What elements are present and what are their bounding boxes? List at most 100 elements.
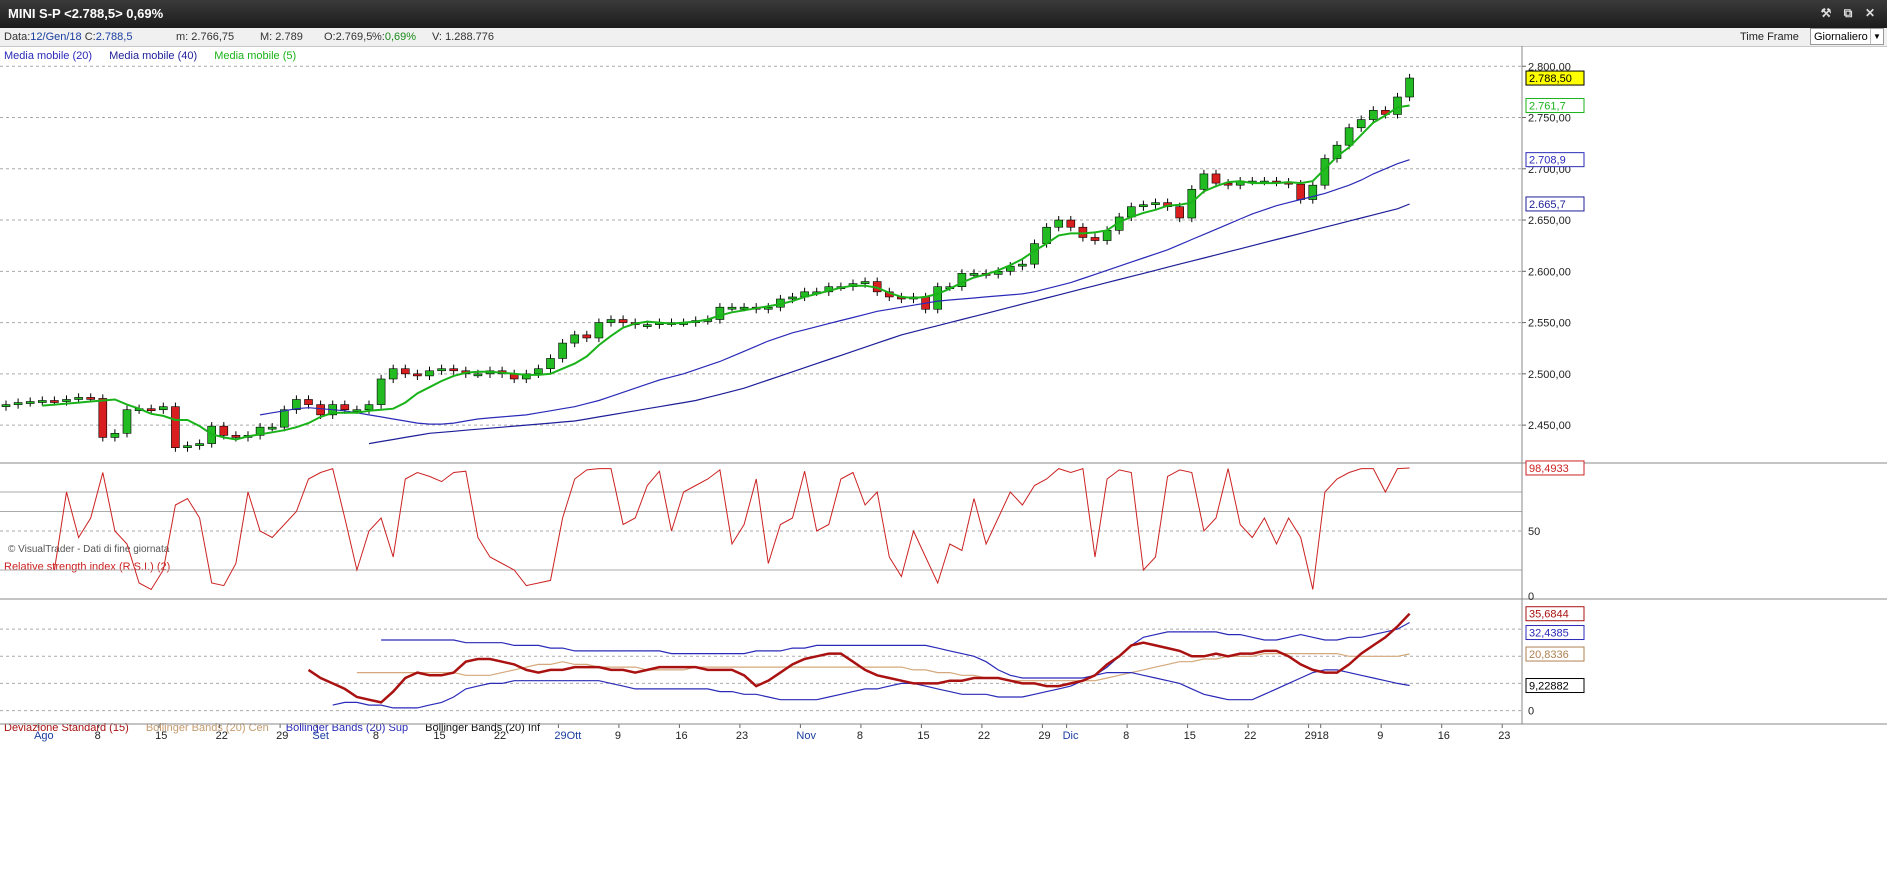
candle-body — [969, 273, 979, 276]
x-tick-label: 8 — [1123, 730, 1129, 742]
timeframe-label: Time Frame — [1740, 31, 1799, 43]
x-tick-label: 8 — [857, 730, 863, 742]
candle-body — [1102, 230, 1112, 241]
x-tick-label: 29 — [1305, 730, 1317, 742]
chevron-down-icon[interactable]: ▼ — [1870, 29, 1883, 44]
bollinger-lines — [307, 612, 1411, 709]
tag-rsi-label: 98,4933 — [1529, 463, 1569, 475]
candle-body — [171, 406, 180, 448]
high-readout: M: 2.789 — [260, 31, 303, 43]
candle-body — [606, 319, 616, 323]
candle-body — [74, 397, 83, 400]
moving-averages — [42, 104, 1410, 445]
price-tick-label: 2.450,00 — [1528, 420, 1571, 432]
wrench-icon[interactable]: ⚒ — [1818, 5, 1834, 21]
candle-body — [1393, 96, 1402, 115]
candle-body — [25, 401, 35, 404]
candle-body — [388, 368, 398, 380]
candle-body — [376, 378, 386, 405]
x-tick-label: 9 — [1377, 730, 1383, 742]
candle-body — [195, 443, 204, 446]
x-tick-label: 15 — [917, 730, 929, 742]
window-title: MINI S-P <2.788,5> 0,69% — [8, 6, 164, 21]
candles — [1, 73, 1414, 452]
rsi-tick-label: 50 — [1528, 526, 1540, 538]
candle-body — [86, 397, 95, 400]
candle-body — [1090, 237, 1100, 241]
close-icon[interactable]: ✕ — [1862, 5, 1878, 21]
tag-ma40-label: 2.665,7 — [1529, 199, 1566, 211]
x-tick-label: 8 — [373, 730, 379, 742]
rsi-series-line — [53, 467, 1410, 591]
candle-body — [1369, 110, 1378, 120]
candle-body — [715, 306, 725, 320]
date-readout: Data:12/Gen/18 C:2.788,5 — [4, 31, 133, 43]
candle-body — [618, 319, 628, 323]
candle-body — [98, 398, 108, 438]
timeframe-value: Giornaliero — [1814, 31, 1868, 43]
x-tick-label: 22 — [494, 730, 506, 742]
x-tick-label: 23 — [736, 730, 748, 742]
candle-body — [788, 296, 797, 300]
candle-body — [122, 409, 132, 434]
candle-body — [570, 334, 580, 344]
x-tick-label: Nov — [796, 730, 816, 742]
candle-body — [413, 373, 422, 377]
pct-readout: %:0,69% — [372, 31, 417, 43]
candle-body — [1151, 202, 1160, 205]
price-tick-label: 2.650,00 — [1528, 215, 1571, 227]
price-tick-label: 2.600,00 — [1528, 266, 1571, 278]
candle-body — [642, 324, 652, 327]
chart-area: Ago 8 15 22 29 Set 8 15 22 29Ott 9 16 23 Nov 8 15 22 29 Di… — [0, 46, 1887, 742]
candle-body — [316, 404, 325, 416]
tag-last-label: 2.788,50 — [1529, 73, 1572, 85]
tag-ma5-label: 2.761,7 — [1529, 101, 1566, 113]
candle-body — [1296, 183, 1305, 200]
candle-body — [364, 404, 374, 411]
candle-body — [933, 286, 943, 310]
candle-body — [546, 358, 555, 370]
candle-body — [1139, 204, 1148, 208]
volume-readout: V: 1.288.776 — [432, 31, 494, 43]
restore-icon[interactable]: ⧉ — [1840, 5, 1856, 21]
bb-tick-label: 0 — [1528, 706, 1534, 718]
x-tick-label: 9 — [615, 730, 621, 742]
x-tick-label: 22 — [978, 730, 990, 742]
candle-body — [534, 368, 543, 375]
candle-body — [1356, 119, 1366, 129]
x-tick-label: 16 — [1438, 730, 1450, 742]
candle-body — [473, 373, 483, 377]
candle-body — [183, 445, 192, 448]
candle-body — [304, 399, 313, 405]
candle-body — [159, 406, 168, 411]
candle-body — [340, 404, 350, 411]
candle-body — [1199, 173, 1209, 190]
y-axes: 2.800,002.750,002.700,002.650,002.600,00… — [0, 46, 1887, 725]
tag-dev-label: 35,6844 — [1529, 609, 1569, 621]
tag-cen-label: 20,8336 — [1529, 649, 1569, 661]
candle-body — [594, 322, 604, 339]
x-tick-label: Dic — [1063, 730, 1079, 742]
bb-inf-line — [332, 669, 1410, 709]
candle-body — [437, 368, 446, 372]
x-tick-label: 29 — [276, 730, 288, 742]
rsi-line — [53, 467, 1410, 591]
timeframe-select[interactable]: Giornaliero ▼ — [1810, 28, 1884, 45]
candle-body — [1211, 173, 1221, 184]
candle-body — [13, 402, 23, 405]
price-tick-label: 2.500,00 — [1528, 369, 1571, 381]
ma20-line — [259, 159, 1410, 425]
x-tick-label: Ago — [34, 730, 54, 742]
x-tick-label: 29Ott — [554, 730, 581, 742]
candle-body — [146, 408, 156, 412]
candle-body — [219, 425, 229, 436]
price-tick-label: 2.750,00 — [1528, 113, 1571, 125]
rsi-grid — [0, 491, 1522, 571]
candle-body — [400, 368, 410, 375]
x-tick-label: 29 — [1038, 730, 1050, 742]
candle-body — [1018, 263, 1027, 267]
candle-body — [50, 400, 59, 403]
x-axis: Ago 8 15 22 29 Set 8 15 22 29Ott 9 16 23 Nov 8 15 22 29 Di… — [34, 724, 1510, 742]
candle-body — [449, 368, 459, 372]
ma40-line — [368, 203, 1410, 445]
